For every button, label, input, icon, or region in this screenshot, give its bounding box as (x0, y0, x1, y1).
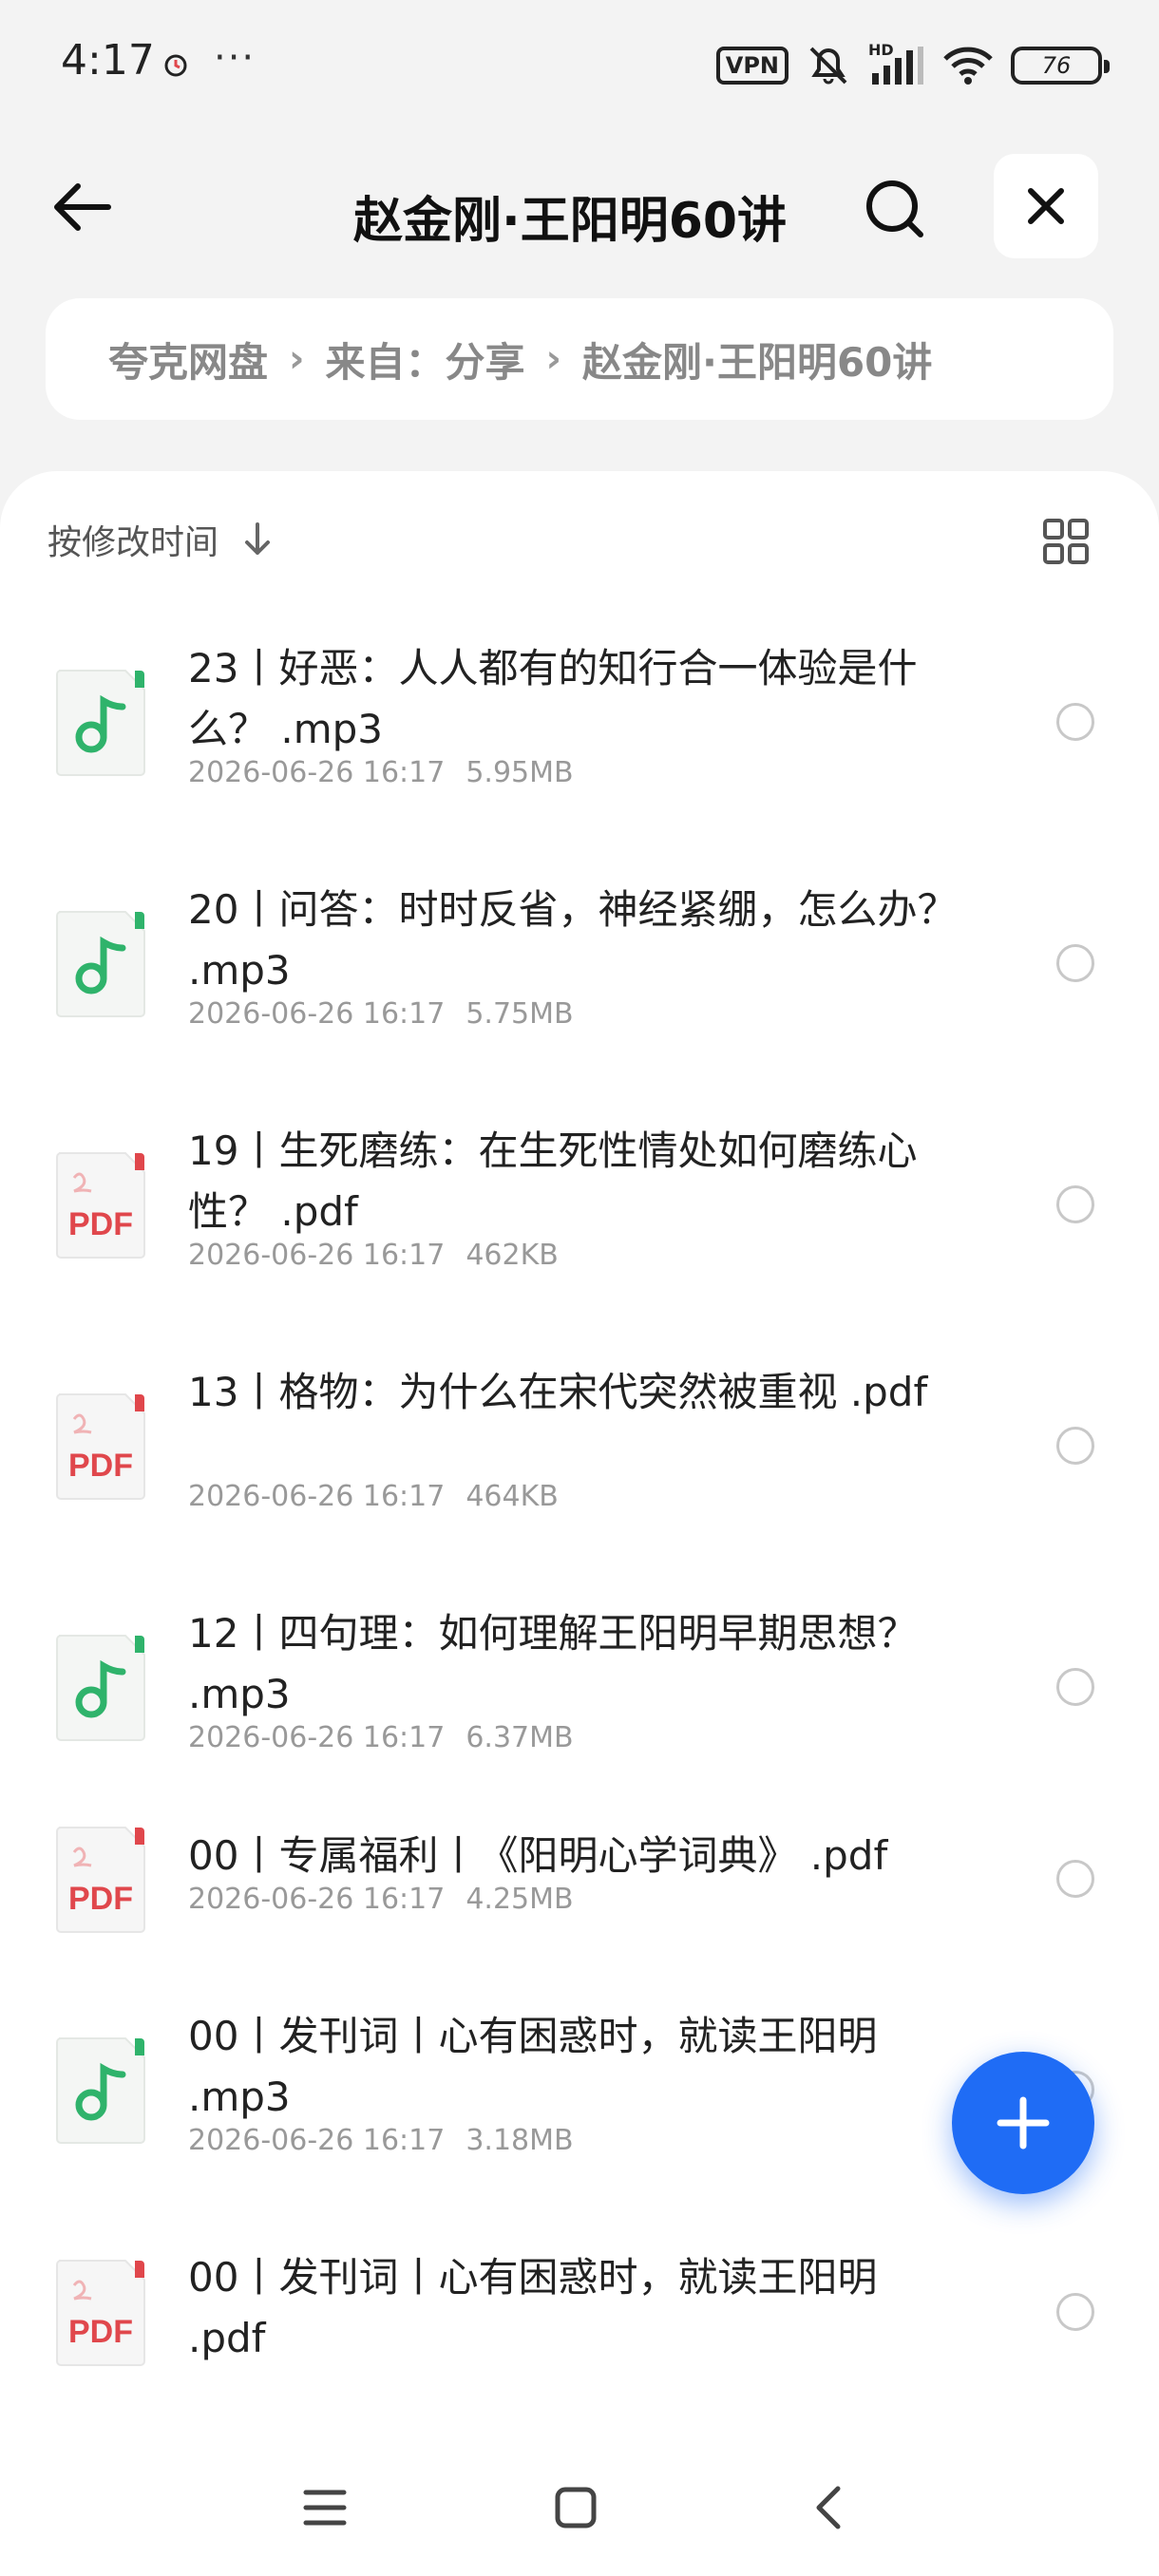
sort-selector[interactable]: 按修改时间 (48, 515, 272, 564)
file-row[interactable]: 23丨好恶：人人都有的知行合一体验是什么？ .mp3 2026-06-26 16:… (0, 638, 1159, 880)
chevron-left-icon (816, 2486, 841, 2529)
title-bar: 赵金刚·王阳明60讲 (0, 142, 1159, 266)
back-button[interactable] (48, 173, 116, 241)
file-meta: 2026-06-26 16:17 464KB (188, 1480, 559, 1513)
audio-file-icon (56, 2037, 145, 2144)
pdf-file-icon: PDF (56, 1827, 145, 1933)
battery-level: 76 (1041, 52, 1072, 79)
file-title: 00丨专属福利丨《阳明心学词典》 .pdf (188, 1832, 888, 1879)
select-checkbox[interactable] (1056, 1860, 1094, 1898)
file-date: 2026-06-26 16:17 (188, 1721, 446, 1754)
add-button[interactable] (952, 2052, 1094, 2194)
mute-icon (809, 47, 847, 85)
status-bar: 4:17 ··· VPN HD 76 (0, 0, 1159, 133)
page-title: 赵金刚·王阳明60讲 (352, 193, 788, 250)
file-meta: 2026-06-26 16:17 462KB (188, 1239, 559, 1272)
signal-icon: HD (868, 41, 925, 86)
breadcrumb-item-share[interactable]: 来自：分享 (326, 331, 525, 388)
plus-icon (997, 2096, 1050, 2150)
file-title: 23丨好恶：人人都有的知行合一体验是什么？ .mp3 (188, 645, 918, 752)
file-title: 00丨发刊词丨心有困惑时，就读王阳明 .pdf (188, 2254, 878, 2361)
select-checkbox[interactable] (1056, 1427, 1094, 1465)
audio-file-icon (56, 1635, 145, 1741)
audio-file-icon (56, 911, 145, 1017)
file-date: 2026-06-26 16:17 (188, 997, 446, 1031)
file-size: 464KB (466, 1480, 559, 1513)
select-checkbox[interactable] (1056, 2293, 1094, 2331)
select-checkbox[interactable] (1056, 944, 1094, 982)
nav-back-button[interactable] (800, 2479, 857, 2536)
file-date: 2026-06-26 16:17 (188, 1480, 446, 1513)
file-date: 2026-06-26 16:17 (188, 2124, 446, 2157)
svg-text:PDF: PDF (68, 1881, 133, 1917)
pdf-file-icon: PDF (56, 1393, 145, 1500)
file-row[interactable]: 12丨四句理：如何理解王阳明早期思想？ .mp3 2026-06-26 16:17… (0, 1603, 1159, 1826)
status-time: 4:17 (61, 36, 155, 85)
file-row[interactable]: PDF 19丨生死磨练：在生死性情处如何磨练心性？ .pdf 2026-06-26 … (0, 1121, 1159, 1362)
svg-text:PDF: PDF (68, 1206, 133, 1242)
nav-menu-button[interactable] (296, 2479, 353, 2536)
wifi-icon (943, 47, 993, 85)
file-title: 19丨生死磨练：在生死性情处如何磨练心性？ .pdf (188, 1127, 918, 1235)
file-size: 3.18MB (466, 2124, 574, 2157)
alarm-icon (164, 54, 187, 77)
pdf-file-icon: PDF (56, 2260, 145, 2366)
file-title: 12丨四句理：如何理解王阳明早期思想？ .mp3 (188, 1610, 918, 1717)
file-date: 2026-06-26 16:17 (188, 1883, 446, 1916)
home-square-icon (555, 2487, 597, 2529)
file-date: 2026-06-26 16:17 (188, 756, 446, 789)
pdf-file-icon: PDF (56, 1152, 145, 1259)
select-checkbox[interactable] (1056, 1185, 1094, 1223)
file-meta: 2026-06-26 16:17 5.75MB (188, 997, 574, 1031)
file-row[interactable]: PDF 13丨格物：为什么在宋代突然被重视 .pdf 2026-06-26 16:1… (0, 1362, 1159, 1603)
status-more: ··· (214, 36, 256, 80)
breadcrumb-separator: › (545, 337, 561, 381)
file-meta: 2026-06-26 16:17 6.37MB (188, 1721, 574, 1754)
hd-label: HD (868, 41, 894, 59)
breadcrumb-separator: › (289, 337, 305, 381)
search-button[interactable] (855, 169, 935, 249)
file-meta: 2026-06-26 16:17 5.95MB (188, 756, 574, 789)
menu-icon (303, 2490, 347, 2526)
sort-label: 按修改时间 (48, 523, 219, 562)
breadcrumb: 夸克网盘 › 来自：分享 › 赵金刚·王阳明60讲 (46, 298, 1113, 420)
file-date: 2026-06-26 16:17 (188, 1239, 446, 1272)
system-nav-bar (0, 2432, 1159, 2576)
file-size: 5.75MB (466, 997, 574, 1031)
file-size: 5.95MB (466, 756, 574, 789)
file-row[interactable]: PDF 00丨专属福利丨《阳明心学词典》 .pdf 2026-06-26 16:17… (0, 1826, 1159, 2006)
file-meta: 2026-06-26 16:17 4.25MB (188, 1883, 574, 1916)
file-size: 6.37MB (466, 1721, 574, 1754)
file-title: 20丨问答：时时反省，神经紧绷，怎么办？ .mp3 (188, 886, 958, 994)
file-title: 00丨发刊词丨心有困惑时，就读王阳明 .mp3 (188, 2013, 878, 2120)
svg-text:PDF: PDF (68, 2314, 133, 2350)
grid-view-icon[interactable] (1041, 517, 1091, 566)
svg-text:PDF: PDF (68, 1448, 133, 1484)
file-sheet: 按修改时间 23丨好恶：人人都有的知行合一体验是什么？ .mp3 2026-06-… (0, 471, 1159, 2576)
close-icon (1028, 188, 1064, 224)
arrow-left-icon (54, 183, 111, 231)
select-checkbox[interactable] (1056, 1668, 1094, 1706)
file-meta: 2026-06-26 16:17 3.18MB (188, 2124, 574, 2157)
status-icons: VPN HD 76 (715, 41, 1110, 87)
file-row[interactable]: 20丨问答：时时反省，神经紧绷，怎么办？ .mp3 2026-06-26 16:1… (0, 880, 1159, 1121)
file-title: 13丨格物：为什么在宋代突然被重视 .pdf (188, 1369, 928, 1415)
close-button[interactable] (994, 154, 1098, 258)
arrow-down-icon (245, 522, 271, 555)
select-checkbox[interactable] (1056, 703, 1094, 741)
audio-file-icon (56, 670, 145, 776)
breadcrumb-item-root[interactable]: 夸克网盘 (108, 331, 268, 388)
battery-icon: 76 (1011, 47, 1110, 85)
search-icon (866, 180, 923, 237)
vpn-badge: VPN (715, 47, 788, 85)
file-size: 4.25MB (466, 1883, 574, 1916)
breadcrumb-item-current[interactable]: 赵金刚·王阳明60讲 (582, 331, 932, 388)
nav-home-button[interactable] (547, 2479, 604, 2536)
file-size: 462KB (466, 1239, 559, 1272)
